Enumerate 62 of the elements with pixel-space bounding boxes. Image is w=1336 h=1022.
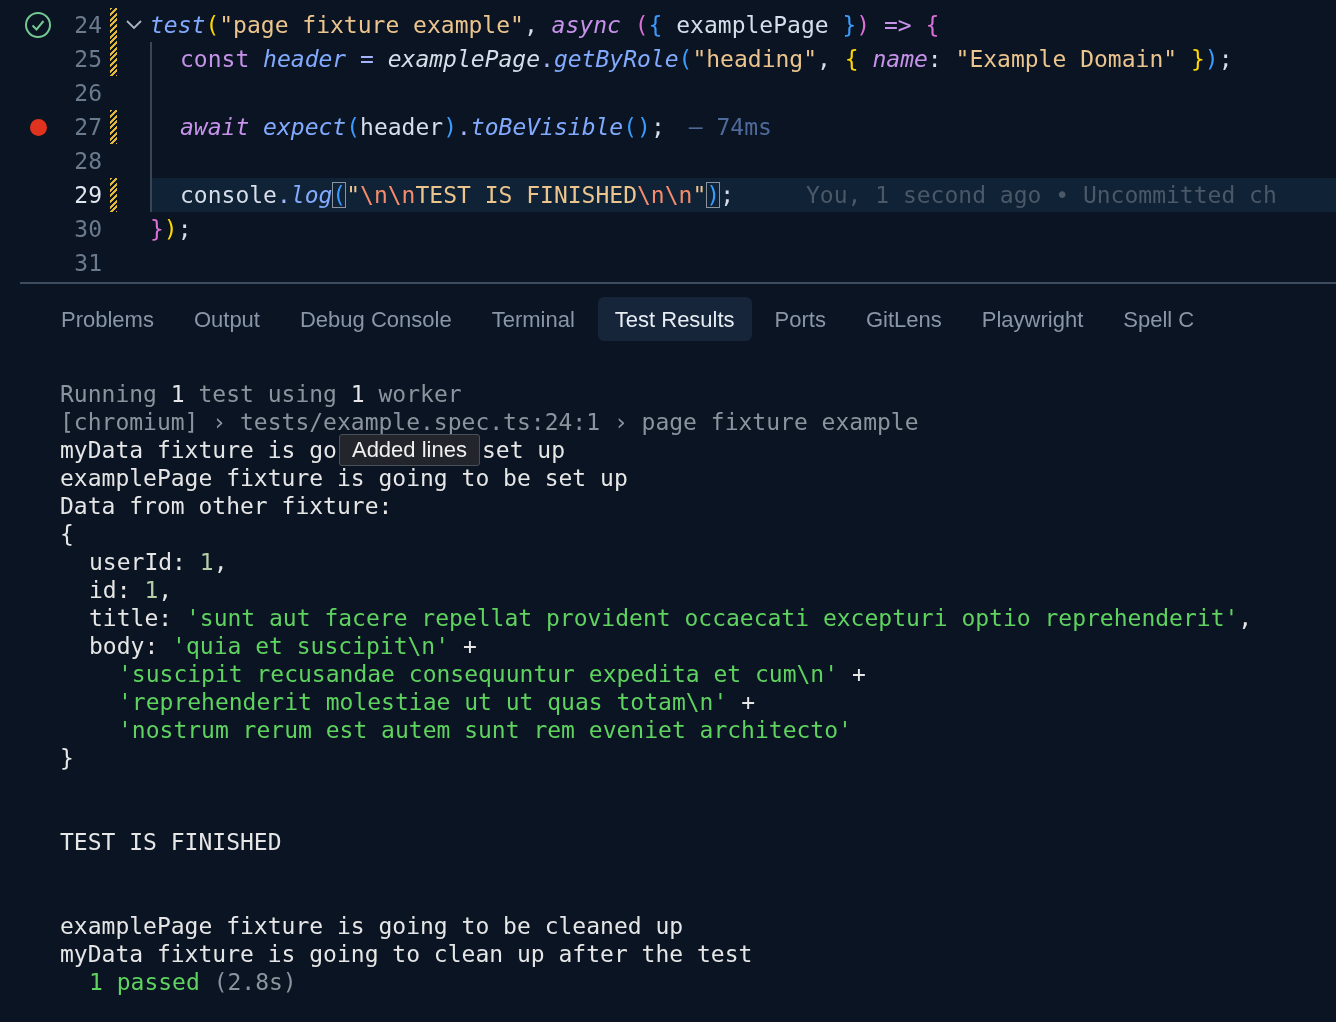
line-number: 26 [73,78,102,108]
output-text: 1 [170,380,185,408]
panel-tab[interactable]: Ports [757,297,843,341]
output-text: 1 [144,576,159,604]
panel-tab[interactable]: Test Results [597,297,752,341]
output-text: 1 [199,548,214,576]
output-text: examplePage fixture is going to be cleaned up [60,912,684,940]
panel-tab[interactable]: Problems [44,297,171,341]
output-text: id: [89,576,132,604]
line-number: 27 [73,112,102,142]
output-text: test using [197,380,338,408]
output-text: (2.8s) [212,968,297,996]
output-text: set up [481,436,566,464]
output-text: + [740,688,755,716]
panel-tab[interactable]: GitLens [848,297,959,341]
output-text: [chromium] › tests/example.spec.ts:24:1 › page fixture example [60,408,919,436]
output-text: myData fixture is going to clean up after the test [60,940,753,968]
output-text: body: [89,632,160,660]
output-text: , [158,576,173,604]
output-text: { [60,520,74,548]
chevron-down-icon[interactable] [125,19,143,31]
line-number: 29 [73,180,102,210]
output-text: 'sunt aut facere repellat provident occaecati excepturi optio reprehenderit' [185,604,1239,632]
code-line: console.log("\n\nTEST IS FINISHED\n\n"); [180,180,734,210]
output-text: 1 passed [89,968,200,996]
test-duration-hint: — 74ms [688,112,772,142]
output-text: 'suscipit recusandae consequuntur expedita et cum\n' [118,660,839,688]
output-text: title: [89,604,174,632]
output-text: 1 [350,380,365,408]
git-blame-annotation: You, 1 second ago • Uncommitted ch [806,180,1277,210]
output-text: Running [60,380,158,408]
output-text: } [60,744,74,772]
panel-tab[interactable]: Debug Console [282,297,469,341]
panel-tab[interactable]: Spell C [1106,297,1212,341]
output-text: 'reprehenderit molestiae ut ut quas totam\n' [118,688,728,716]
panel-tab[interactable]: Output [176,297,277,341]
line-number: 30 [73,214,102,244]
line-number: 28 [73,146,102,176]
line-number: 24 [73,10,102,40]
breakpoint-icon[interactable] [29,118,47,136]
output-text: worker [377,380,462,408]
output-text: + [461,632,477,660]
line-number: 31 [73,248,102,278]
output-text: , [1238,604,1253,632]
test-passed-icon[interactable] [24,11,52,39]
output-text: userId: [89,548,187,576]
line-number: 25 [73,44,102,74]
output-text: myData fixture is go [60,436,337,464]
output-text: TEST IS FINISHED [60,828,282,856]
panel-tab[interactable]: Playwright [964,297,1101,341]
code-line: const header = examplePage.getByRole("heading", { name: "Example Domain" }); [180,44,1233,74]
output-text: 'quia et suscipit\n' [172,632,450,660]
output-text: + [850,660,866,688]
code-line: await expect(header).toBeVisible(); [180,112,665,142]
output-text: , [213,548,228,576]
code-line: }); [150,214,192,244]
output-text: Data from other fixture: [60,492,393,520]
tooltip: Added lines [338,434,480,466]
output-text: examplePage fixture is going to be set up [60,464,628,492]
output-text: 'nostrum rerum est autem sunt rem eveniet architecto' [118,716,852,744]
code-line: test("page fixture example", async ({ examplePage }) => { [150,10,940,40]
panel-tab[interactable]: Terminal [474,297,592,341]
